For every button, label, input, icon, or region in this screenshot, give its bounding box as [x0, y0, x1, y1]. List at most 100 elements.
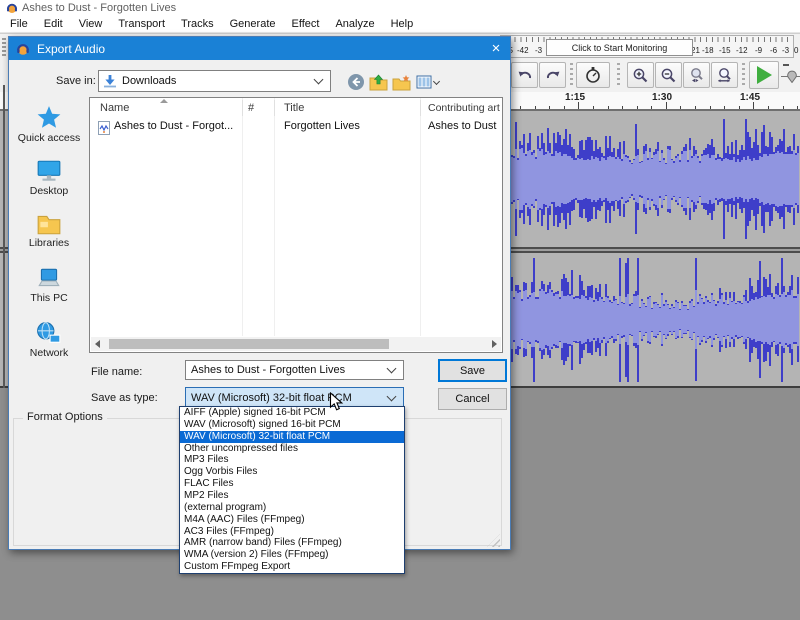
- chevron-down-icon: [314, 75, 324, 85]
- format-option[interactable]: Custom FFmpeg Export: [180, 561, 404, 573]
- sidebar-item-network[interactable]: Network: [11, 321, 87, 359]
- redo-icon: [545, 67, 561, 83]
- column-header-artist[interactable]: Contributing art: [428, 98, 502, 118]
- nav-up-button[interactable]: [368, 72, 389, 92]
- track-panel-left-edge: [3, 85, 5, 388]
- column-divider: [274, 98, 275, 336]
- audacity-window: Ashes to Dust - Forgotten Lives File Edi…: [0, 0, 800, 620]
- sidebar-item-label: Libraries: [11, 237, 87, 249]
- toolbar-grip[interactable]: [2, 38, 6, 58]
- menu-item-help[interactable]: Help: [383, 16, 422, 32]
- save-in-value: Downloads: [117, 75, 311, 87]
- zoom-out-icon: [660, 67, 677, 84]
- close-button[interactable]: ×: [487, 39, 505, 57]
- timer-icon: [584, 66, 602, 84]
- format-option[interactable]: MP2 Files: [180, 490, 404, 502]
- sidebar-item-libraries[interactable]: Libraries: [11, 213, 87, 249]
- menu-item-file[interactable]: File: [2, 16, 36, 32]
- network-icon: [36, 321, 62, 345]
- format-option[interactable]: AMR (narrow band) Files (FFmpeg): [180, 537, 404, 549]
- menu-bar: File Edit View Transport Tracks Generate…: [0, 16, 800, 33]
- scroll-thumb[interactable]: [109, 339, 389, 349]
- dialog-title: Export Audio: [37, 42, 105, 56]
- play-icon: [757, 66, 772, 84]
- track-1-waveform[interactable]: [507, 112, 800, 246]
- sidebar-item-this-pc[interactable]: This PC: [11, 267, 87, 304]
- undo-button[interactable]: [511, 62, 538, 88]
- format-option[interactable]: Other uncompressed files: [180, 443, 404, 455]
- menu-item-tracks[interactable]: Tracks: [173, 16, 222, 32]
- format-option[interactable]: WAV (Microsoft) 32-bit float PCM: [180, 431, 404, 443]
- scroll-left-icon[interactable]: [95, 340, 100, 348]
- format-option[interactable]: M4A (AAC) Files (FFmpeg): [180, 514, 404, 526]
- star-icon: [36, 105, 62, 130]
- menu-item-analyze[interactable]: Analyze: [327, 16, 382, 32]
- slider-minus-tick: [783, 64, 789, 66]
- timer-button[interactable]: [576, 62, 610, 88]
- toolbar-separator: [617, 63, 620, 87]
- save-as-type-combobox[interactable]: WAV (Microsoft) 32-bit float PCM: [185, 387, 404, 408]
- h-scrollbar[interactable]: [91, 337, 501, 351]
- chevron-down-icon: [387, 391, 397, 401]
- format-option[interactable]: AIFF (Apple) signed 16-bit PCM: [180, 407, 404, 419]
- zoom-fit-button[interactable]: [711, 62, 738, 88]
- column-divider: [420, 98, 421, 336]
- new-folder-icon: [392, 74, 411, 91]
- zoom-in-button[interactable]: [627, 62, 654, 88]
- play-button[interactable]: [749, 61, 779, 89]
- menu-item-effect[interactable]: Effect: [284, 16, 328, 32]
- menu-item-view[interactable]: View: [71, 16, 111, 32]
- track-2-waveform[interactable]: [507, 254, 800, 385]
- redo-button[interactable]: [539, 62, 566, 88]
- file-name-value: Ashes to Dust - Forgotten Lives: [186, 364, 384, 376]
- dialog-titlebar[interactable]: Export Audio ×: [9, 37, 510, 60]
- sort-ascending-icon: [160, 99, 168, 103]
- playback-speed-slider[interactable]: [781, 62, 800, 88]
- window-title: Ashes to Dust - Forgotten Lives: [22, 2, 176, 14]
- chevron-down-icon: [387, 364, 397, 374]
- cell-artist: Ashes to Dust: [428, 120, 502, 136]
- format-option[interactable]: AC3 Files (FFmpeg): [180, 526, 404, 538]
- back-icon: [347, 73, 365, 91]
- sidebar-item-desktop[interactable]: Desktop: [11, 159, 87, 197]
- audacity-app-icon: [6, 2, 18, 14]
- nav-back-button[interactable]: [345, 72, 366, 92]
- save-in-combobox[interactable]: Downloads: [98, 70, 331, 92]
- zoom-out-button[interactable]: [655, 62, 682, 88]
- format-option[interactable]: MP3 Files: [180, 454, 404, 466]
- sidebar-item-label: Quick access: [11, 132, 87, 144]
- file-name-combobox[interactable]: Ashes to Dust - Forgotten Lives: [185, 360, 404, 380]
- libraries-icon: [36, 213, 62, 235]
- zoom-selection-icon: [688, 67, 705, 84]
- zoom-selection-button[interactable]: [683, 62, 710, 88]
- toolbar-separator: [742, 63, 745, 87]
- computer-icon: [36, 267, 62, 290]
- column-header-title[interactable]: Title: [284, 98, 304, 118]
- column-header-name[interactable]: Name: [100, 98, 129, 118]
- menu-item-transport[interactable]: Transport: [110, 16, 173, 32]
- meter-scale-label: -6: [770, 46, 777, 55]
- menu-item-edit[interactable]: Edit: [36, 16, 71, 32]
- format-dropdown-list: AIFF (Apple) signed 16-bit PCM WAV (Micr…: [179, 406, 405, 574]
- sidebar-item-quick-access[interactable]: Quick access: [11, 105, 87, 144]
- column-header-number[interactable]: #: [248, 98, 254, 118]
- format-option[interactable]: FLAC Files: [180, 478, 404, 490]
- toolbar-separator: [570, 63, 573, 87]
- format-option[interactable]: WMA (version 2) Files (FFmpeg): [180, 549, 404, 561]
- save-button[interactable]: Save: [438, 359, 507, 382]
- cancel-button[interactable]: Cancel: [438, 388, 507, 410]
- new-folder-button[interactable]: [391, 72, 412, 92]
- format-option[interactable]: Ogg Vorbis Files: [180, 466, 404, 478]
- format-option[interactable]: WAV (Microsoft) signed 16-bit PCM: [180, 419, 404, 431]
- save-as-type-value: WAV (Microsoft) 32-bit float PCM: [186, 392, 384, 404]
- format-option[interactable]: (external program): [180, 502, 404, 514]
- file-name-label: File name:: [91, 366, 142, 378]
- views-button[interactable]: [414, 72, 441, 92]
- scroll-right-icon[interactable]: [492, 340, 497, 348]
- audio-file-icon: [98, 121, 110, 135]
- cell-title: Forgotten Lives: [284, 120, 414, 136]
- up-folder-icon: [369, 74, 388, 91]
- menu-item-generate[interactable]: Generate: [222, 16, 284, 32]
- meter-scale-label: -42: [517, 46, 529, 55]
- meter-toolbar[interactable]: 45 -42 -3 21 -18 -15 -12 -9 -6 -3 0 Clic…: [500, 35, 794, 58]
